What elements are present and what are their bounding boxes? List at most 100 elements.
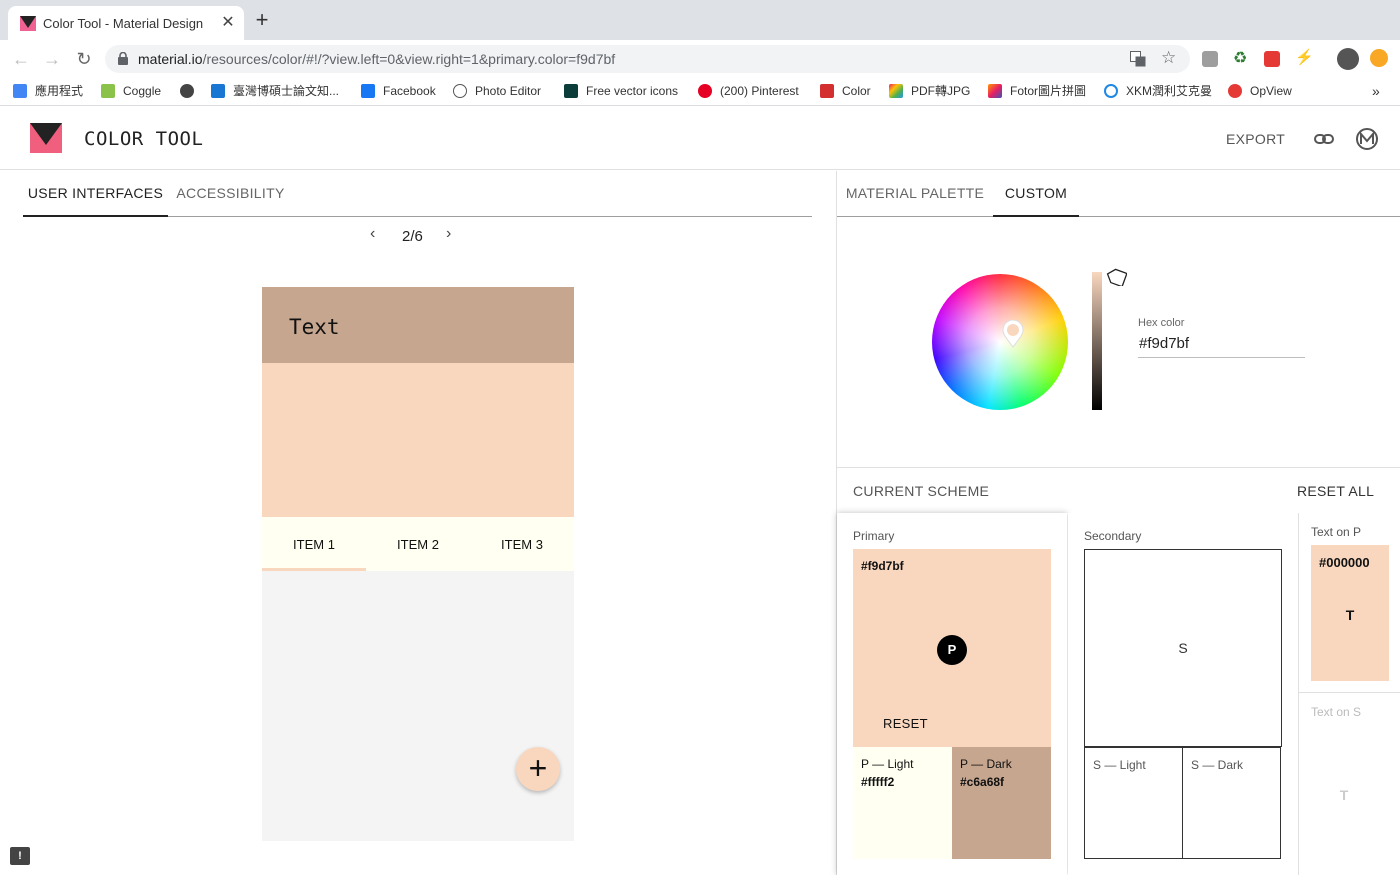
app-header: COLOR TOOL EXPORT: [0, 107, 1400, 170]
text-on-primary-label: Text on P: [1311, 525, 1362, 539]
text-on-primary-swatch[interactable]: #000000 T: [1311, 545, 1389, 681]
bookmark-label: 應用程式: [35, 84, 84, 98]
tab-custom[interactable]: CUSTOM: [993, 171, 1079, 217]
hex-color-input[interactable]: #f9d7bf: [1138, 333, 1305, 358]
primary-dark-label: P — Dark: [960, 757, 1012, 771]
primary-light-label: P — Light: [861, 757, 914, 771]
forward-arrow-icon[interactable]: →: [41, 48, 63, 70]
material-logo-icon[interactable]: [1356, 128, 1378, 150]
tab-close-icon[interactable]: ✕: [218, 12, 238, 32]
primary-hex: #f9d7bf: [861, 559, 904, 573]
link-icon[interactable]: [1313, 128, 1335, 150]
text-on-primary-card[interactable]: Text on P #000000 T: [1299, 513, 1400, 693]
recycle-extension-icon[interactable]: ♻: [1233, 48, 1249, 67]
primary-light-hex: #fffff2: [861, 775, 895, 789]
lightness-slider[interactable]: [1092, 272, 1102, 410]
preview-tab-item-2[interactable]: ITEM 2: [366, 517, 470, 571]
secondary-light-swatch[interactable]: S — Light: [1084, 747, 1183, 859]
bookmark-label: XKM潤利艾克曼: [1126, 84, 1213, 98]
bookmark-coggle[interactable]: Coggle: [101, 83, 161, 101]
color-tool-favicon-icon: [20, 16, 36, 31]
primary-badge: P: [937, 635, 967, 665]
preview-app-bar: Text: [262, 287, 574, 363]
primary-dark-swatch[interactable]: P — Dark #c6a68f: [952, 747, 1051, 859]
slider-handle-icon[interactable]: [1105, 268, 1127, 286]
primary-label: Primary: [853, 529, 895, 543]
facebook-icon: [361, 84, 375, 98]
export-button[interactable]: EXPORT: [1226, 131, 1285, 147]
primary-dark-hex: #c6a68f: [960, 775, 1005, 789]
profile-avatar[interactable]: [1337, 48, 1359, 70]
bookmark-label: OpView: [1250, 84, 1292, 98]
bookmark-pdf-jpg[interactable]: PDF轉JPG: [889, 83, 970, 101]
address-bar[interactable]: material.io/resources/color/#!/?view.lef…: [105, 45, 1190, 73]
reset-all-button[interactable]: RESET ALL: [1297, 483, 1374, 499]
update-alert-icon[interactable]: [1370, 49, 1388, 67]
apps-grid-icon: [13, 84, 27, 98]
bookmark-fotor[interactable]: Fotor圖片拼圖: [988, 83, 1086, 101]
text-on-secondary-badge: T: [1339, 787, 1349, 803]
translate-icon[interactable]: [1130, 51, 1146, 67]
bookmark-opview[interactable]: OpView: [1228, 83, 1292, 101]
preview-tabs: ITEM 1 ITEM 2 ITEM 3: [262, 517, 574, 571]
primary-reset-button[interactable]: RESET: [883, 716, 928, 731]
coggle-icon: [101, 84, 115, 98]
lock-icon: [118, 52, 128, 65]
bookmark-vector-icons[interactable]: Free vector icons: [564, 83, 678, 101]
color-tool-logo-icon: [30, 123, 62, 153]
color-icon: [820, 84, 834, 98]
bookmark-thesis[interactable]: 臺灣博碩士論文知...: [211, 83, 339, 101]
tab-accessibility[interactable]: ACCESSIBILITY: [168, 171, 293, 217]
tab-user-interfaces[interactable]: USER INTERFACES: [23, 171, 168, 217]
chevron-left-icon[interactable]: ‹: [370, 225, 375, 243]
preview-tab-item-3[interactable]: ITEM 3: [470, 517, 574, 571]
chat-extension-icon[interactable]: [1202, 51, 1218, 67]
secondary-dark-swatch[interactable]: S — Dark: [1182, 747, 1281, 859]
text-on-cards: Text on P #000000 T Text on S T: [1298, 513, 1400, 875]
bookmark-facebook[interactable]: Facebook: [361, 83, 436, 101]
text-on-secondary-card[interactable]: Text on S T: [1299, 693, 1400, 875]
bookmark-label: PDF轉JPG: [911, 84, 971, 98]
back-arrow-icon[interactable]: ←: [10, 48, 32, 70]
s-extension-icon[interactable]: [1264, 51, 1280, 67]
bookmark-apps[interactable]: 應用程式: [13, 83, 83, 101]
bookmark-label: Photo Editor: [475, 84, 542, 98]
secondary-light-label: S — Light: [1093, 758, 1146, 772]
text-on-primary-badge: T: [1345, 607, 1355, 623]
color-picker-pin-icon[interactable]: [1002, 320, 1024, 348]
color-wheel[interactable]: [932, 274, 1068, 410]
secondary-swatch[interactable]: S: [1084, 549, 1282, 747]
text-on-secondary-label: Text on S: [1311, 705, 1362, 719]
bookmark-star-icon[interactable]: ☆: [1161, 48, 1176, 68]
primary-card[interactable]: Primary #f9d7bf P RESET P — Light #fffff…: [837, 513, 1067, 875]
preview-tab-item-1[interactable]: ITEM 1: [262, 517, 366, 571]
left-tab-bar: USER INTERFACES ACCESSIBILITY: [23, 171, 812, 217]
bookmark-globe[interactable]: [180, 83, 202, 101]
left-pane: USER INTERFACES ACCESSIBILITY ‹ 2/6 › Te…: [0, 171, 836, 875]
bookmark-label: Coggle: [123, 84, 162, 98]
browser-tab[interactable]: Color Tool - Material Design ✕: [8, 6, 244, 40]
bookmark-xkm[interactable]: XKM潤利艾克曼: [1104, 83, 1212, 101]
preview-fab-button[interactable]: +: [516, 747, 560, 791]
bolt-extension-icon[interactable]: ⚡: [1295, 48, 1314, 66]
xkm-icon: [1104, 84, 1118, 98]
new-tab-button[interactable]: +: [252, 9, 272, 31]
reload-icon[interactable]: ↻: [73, 48, 95, 70]
bookmark-color[interactable]: Color: [820, 83, 871, 101]
bookmark-label: (200) Pinterest: [720, 84, 799, 98]
bookmark-label: 臺灣博碩士論文知...: [233, 84, 340, 98]
chevron-right-icon[interactable]: ›: [446, 225, 451, 243]
bookmark-photo-editor[interactable]: Photo Editor: [453, 83, 541, 101]
bookmarks-overflow-button[interactable]: »: [1372, 83, 1380, 101]
tab-material-palette[interactable]: MATERIAL PALETTE: [837, 171, 993, 217]
current-scheme-title: CURRENT SCHEME: [853, 483, 990, 499]
primary-light-swatch[interactable]: P — Light #fffff2: [853, 747, 952, 859]
page-count: 2/6: [402, 228, 423, 245]
globe-icon: [180, 84, 194, 98]
primary-swatch[interactable]: #f9d7bf P RESET: [853, 549, 1051, 747]
secondary-card[interactable]: Secondary S S — Light S — Dark: [1068, 513, 1298, 875]
app-title: COLOR TOOL: [84, 128, 204, 150]
text-on-primary-hex: #000000: [1319, 555, 1370, 570]
bookmark-pinterest[interactable]: (200) Pinterest: [698, 83, 799, 101]
feedback-icon[interactable]: !: [10, 847, 30, 865]
